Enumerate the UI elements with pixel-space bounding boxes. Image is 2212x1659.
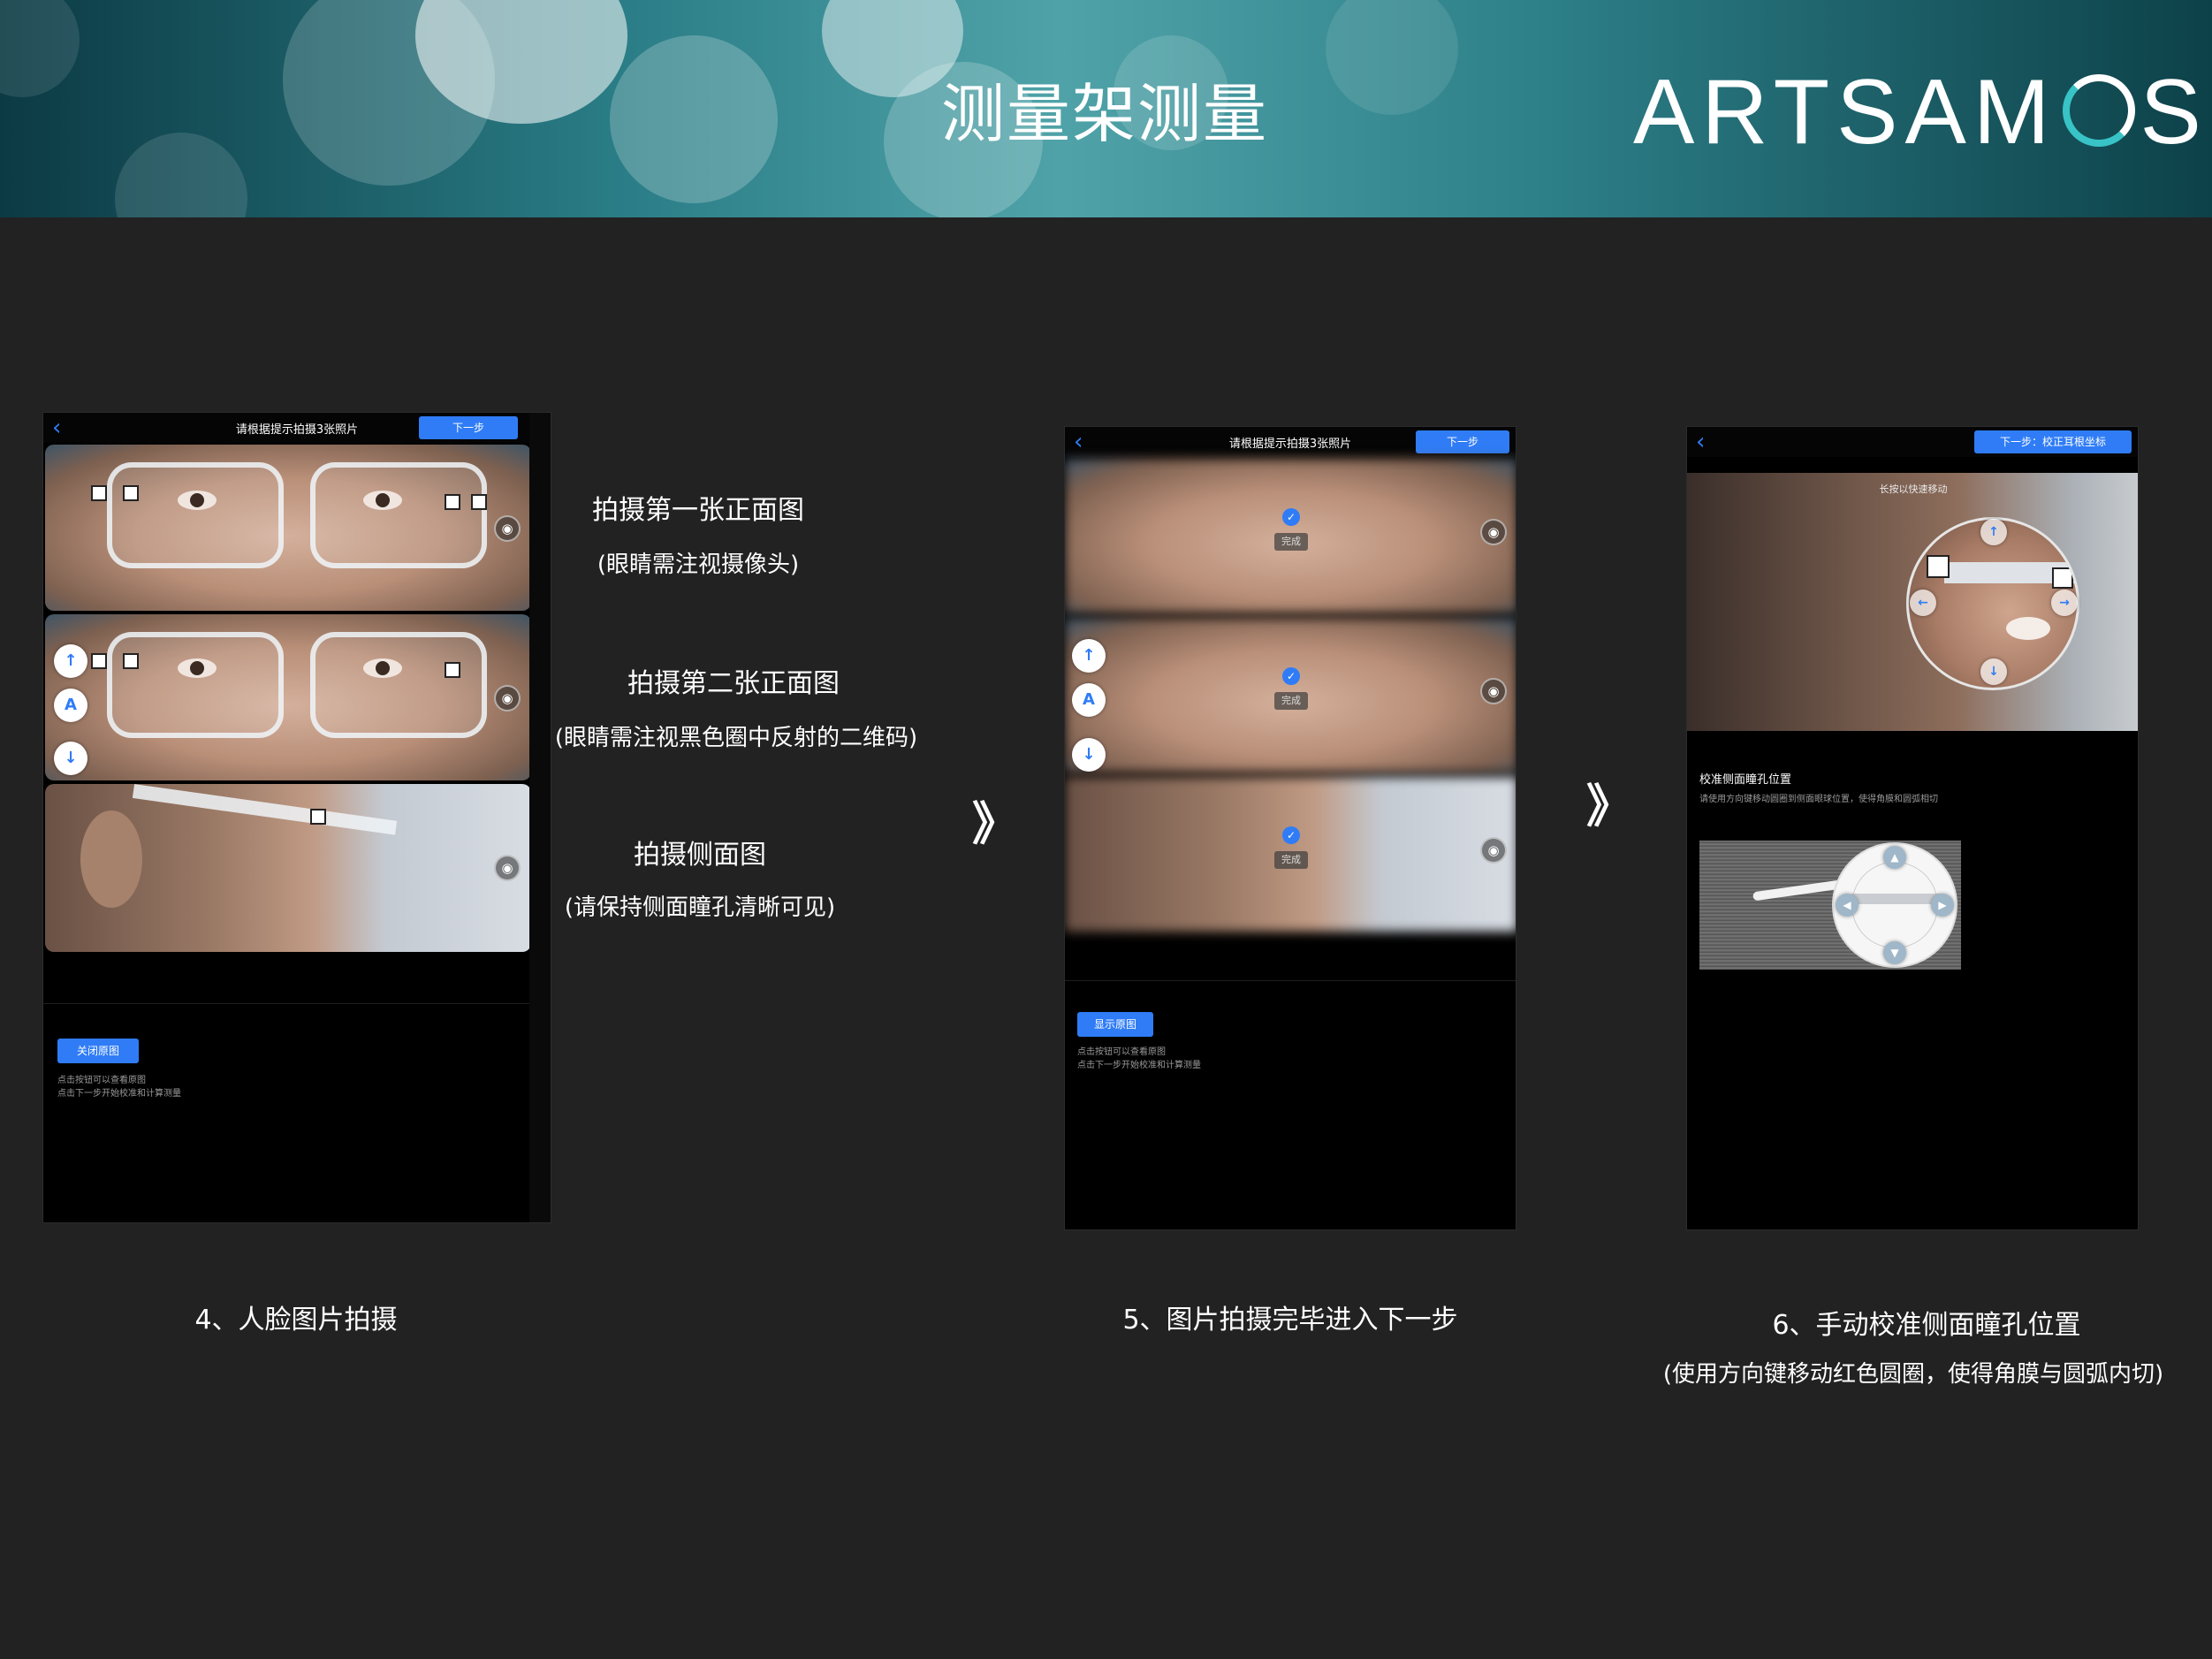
section-hint: 请使用方向键移动圆圈到侧面眼球位置，使得角膜和圆弧相切 [1699, 795, 1938, 804]
photo-front-2[interactable]: ◉ [45, 614, 531, 780]
camera-icon[interactable]: ◉ [494, 685, 521, 712]
measure-frame-arm [1851, 894, 1940, 904]
qr-marker-icon [445, 662, 460, 678]
loupe-up-arrow-icon[interactable]: ↑ [1980, 519, 2007, 545]
done-badge: ✓ 完成 [1265, 508, 1318, 551]
phone-screen-done: ‹ 请根据提示拍摄3张照片 下一步 ✓ 完成 ✓ 完成 ✓ 完成 ◉ ◉ ◉ ↑… [1064, 426, 1516, 1230]
next-calibrate-ear-button[interactable]: 下一步：校正耳根坐标 [1974, 430, 2132, 453]
qr-marker-icon [91, 653, 107, 669]
camera-icon[interactable]: ◉ [1480, 837, 1507, 864]
qr-marker-icon [471, 494, 487, 510]
left-eye [178, 658, 217, 678]
pupil-circle-control[interactable]: ▲ ▼ ◀ ▶ [1832, 842, 1957, 968]
camera-icon[interactable]: ◉ [1480, 678, 1507, 704]
left-eye [178, 491, 217, 510]
measure-frame-arm [132, 784, 398, 835]
hint-text: 点击按钮可以查看原图 点击下一步开始校准和计算测量 [1077, 1047, 1201, 1070]
qr-marker-icon [310, 809, 326, 825]
circle-down-arrow-icon[interactable]: ▼ [1883, 941, 1906, 964]
measure-frame-right [310, 462, 487, 568]
move-up-button[interactable]: ↑ [1072, 639, 1106, 673]
check-icon: ✓ [1282, 826, 1300, 844]
side-eye [2006, 617, 2050, 640]
note-shot1-sub: (眼睛需注视摄像头) [597, 552, 800, 578]
circle-up-arrow-icon[interactable]: ▲ [1883, 846, 1906, 869]
nav-bar: ‹ 请根据提示拍摄3张照片 下一步 [43, 413, 551, 443]
move-down-button[interactable]: ↓ [54, 742, 87, 775]
step6-sub-caption: (使用方向键移动红色圆圈，使得角膜与圆弧内切) [1662, 1361, 2164, 1388]
nav-bar: ‹ 下一步：校正耳根坐标 [1687, 427, 2138, 457]
note-shot1-title: 拍摄第一张正面图 [592, 495, 804, 526]
nav-bar: ‹ 请根据提示拍摄3张照片 下一步 [1065, 427, 1516, 457]
edge-preview-image[interactable]: ▲ ▼ ◀ ▶ [1699, 841, 1961, 970]
auto-button[interactable]: A [54, 689, 87, 722]
phone-screen-capture: ‹ 请根据提示拍摄3张照片 下一步 ◉ ◉ ◉ ↑ A ↓ 关闭原图 点击按钮可… [42, 412, 551, 1223]
inner-ring [1851, 862, 1938, 948]
qr-marker-icon [123, 485, 139, 501]
artsamos-logo: ARTSAM S [1633, 61, 2208, 164]
note-shot2-title: 拍摄第二张正面图 [627, 668, 840, 699]
right-eye [363, 658, 402, 678]
back-chevron-icon[interactable]: ‹ [1696, 429, 1705, 455]
divider [43, 1003, 551, 1004]
note-shot3-title: 拍摄侧面图 [634, 840, 766, 871]
photo-side[interactable]: ◉ [45, 784, 531, 952]
qr-marker-icon [91, 485, 107, 501]
step6-caption: 6、手动校准侧面瞳孔位置 [1772, 1310, 2081, 1341]
circle-left-arrow-icon[interactable]: ◀ [1836, 894, 1859, 917]
qr-marker-icon [123, 653, 139, 669]
show-original-button[interactable]: 显示原图 [1077, 1012, 1153, 1037]
divider [1065, 980, 1516, 981]
side-face-photo[interactable]: 长按以快速移动 ↑ ↓ ← → [1687, 473, 2138, 731]
step-arrow-icon: 》 [972, 798, 1019, 851]
check-icon: ✓ [1282, 508, 1300, 526]
close-original-button[interactable]: 关闭原图 [57, 1039, 139, 1063]
measure-frame-right [310, 632, 487, 738]
long-press-hint: 长按以快速移动 [1879, 483, 1948, 495]
check-icon: ✓ [1282, 667, 1300, 685]
measure-frame-left [107, 462, 284, 568]
section-title: 校准侧面瞳孔位置 [1699, 773, 1792, 787]
done-badge: ✓ 完成 [1265, 826, 1318, 869]
logo-o-ring [2062, 74, 2135, 147]
done-badge: ✓ 完成 [1265, 667, 1318, 710]
circle-right-arrow-icon[interactable]: ▶ [1931, 894, 1954, 917]
ear-shape [80, 810, 142, 908]
move-up-button[interactable]: ↑ [54, 644, 87, 678]
note-shot2-sub: (眼睛需注视黑色圈中反射的二维码) [554, 725, 918, 751]
auto-button[interactable]: A [1072, 683, 1106, 717]
page-title: 测量架测量 [940, 77, 1268, 151]
loupe-down-arrow-icon[interactable]: ↓ [1980, 658, 2007, 685]
step4-caption: 4、人脸图片拍摄 [194, 1305, 398, 1336]
qr-marker-icon [445, 494, 460, 510]
note-shot3-sub: (请保持侧面瞳孔清晰可见) [564, 894, 836, 921]
next-button[interactable]: 下一步 [419, 416, 518, 439]
camera-icon[interactable]: ◉ [494, 515, 521, 542]
right-eye [363, 491, 402, 510]
right-scroll-edge [529, 413, 551, 1222]
photo-front-1[interactable]: ◉ [45, 445, 531, 611]
step-arrow-icon: 》 [1586, 780, 1633, 833]
phone-screen-calibrate: ‹ 下一步：校正耳根坐标 长按以快速移动 ↑ ↓ ← → 校准侧面瞳孔位置 请使… [1686, 426, 2139, 1230]
qr-marker-icon [1927, 555, 1950, 578]
hint-text: 点击按钮可以查看原图 点击下一步开始校准和计算测量 [57, 1076, 181, 1099]
header-banner: 测量架测量 ARTSAM S [0, 0, 2212, 217]
measure-frame-left [107, 632, 284, 738]
qr-marker-icon [2052, 567, 2073, 589]
loupe-right-arrow-icon[interactable]: → [2051, 590, 2078, 616]
loupe-left-arrow-icon[interactable]: ← [1910, 590, 1936, 616]
move-down-button[interactable]: ↓ [1072, 738, 1106, 772]
camera-icon[interactable]: ◉ [1480, 519, 1507, 545]
step5-caption: 5、图片拍摄完毕进入下一步 [1122, 1305, 1458, 1336]
next-button[interactable]: 下一步 [1416, 430, 1509, 453]
camera-icon[interactable]: ◉ [494, 855, 521, 881]
